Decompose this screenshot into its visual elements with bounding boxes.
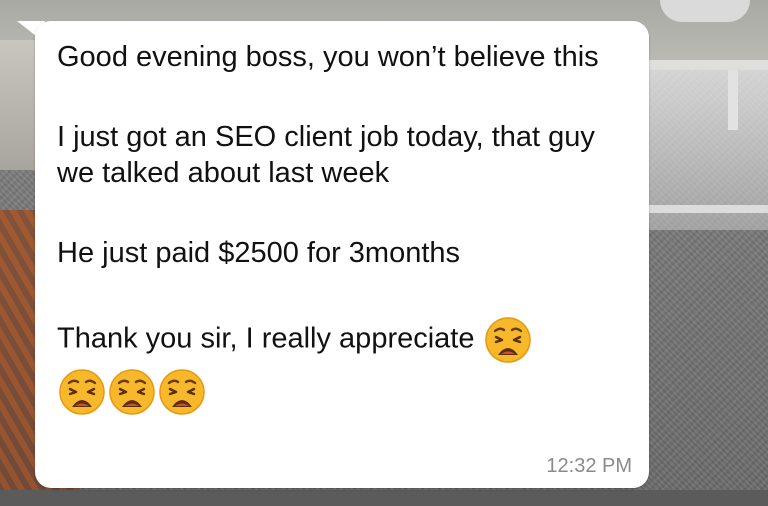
glass-frame (640, 205, 768, 213)
floor-shadow (0, 490, 768, 506)
chair (660, 0, 750, 22)
chat-message-bubble[interactable]: Good evening boss, you won’t believe thi… (35, 21, 649, 488)
message-timestamp: 12:32 PM (546, 455, 632, 477)
weary-face-emoji (57, 367, 107, 417)
weary-face-emoji (107, 367, 157, 417)
weary-face-emoji (157, 367, 207, 417)
trailing-emoji-row (57, 367, 632, 417)
message-paragraph-4-text: Thank you sir, I really appreciate (57, 322, 475, 355)
message-paragraph-2: I just got an SEO client job today, that… (57, 121, 595, 189)
message-paragraph-1: Good evening boss, you won’t believe thi… (57, 41, 599, 73)
weary-face-emoji (483, 315, 533, 365)
message-paragraph-4: Thank you sir, I really appreciate (57, 315, 632, 365)
message-body: Good evening boss, you won’t believe thi… (57, 39, 632, 417)
message-paragraph-3: He just paid $2500 for 3months (57, 237, 461, 269)
chair-leg (728, 70, 738, 130)
